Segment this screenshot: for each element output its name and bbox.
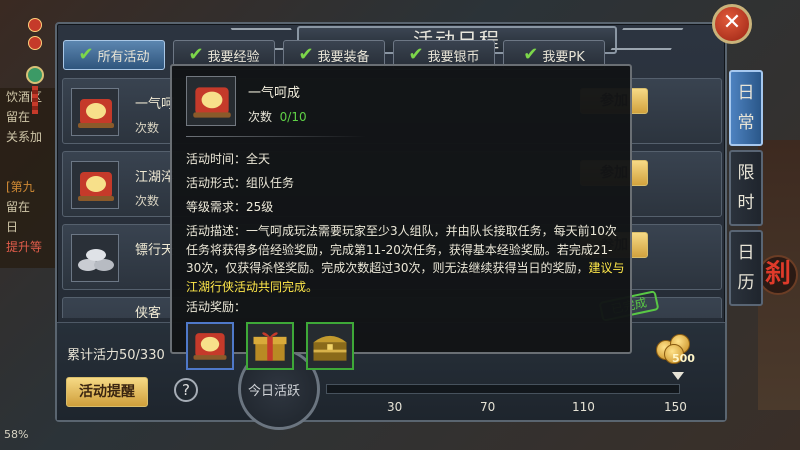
activity-name: 一气呵 (135, 97, 175, 112)
tooltip-form: 活动形式：组队任务 (186, 176, 295, 190)
chinese-knot-icon (22, 18, 48, 114)
tab-all-activities[interactable]: ✔ 所有活动 (63, 40, 165, 70)
side-tab-daily[interactable]: 日常 (729, 70, 763, 146)
tooltip-divider (186, 136, 366, 137)
checkmark-icon: ✔ (298, 44, 314, 65)
vitality-progress-bar (326, 384, 680, 394)
milestone-label: 150 (664, 400, 687, 414)
chat-line: [第九 (6, 180, 35, 194)
reward-treasure-chest-icon[interactable] (306, 322, 354, 370)
chat-line: 留在 (6, 200, 31, 214)
activity-name: 侠客 (135, 306, 162, 318)
activity-count-label: 次数 (135, 194, 160, 208)
checkmark-icon: ✔ (523, 44, 539, 65)
activity-remind-button[interactable]: 活动提醒 (66, 377, 148, 407)
side-tab-calendar[interactable]: 日历 (729, 230, 763, 306)
activity-count-label: 次数 (135, 121, 160, 135)
checkmark-icon: ✔ (188, 44, 204, 65)
help-icon[interactable]: ? (174, 378, 198, 402)
tooltip-title: 一气呵成 (248, 86, 301, 101)
tooltip-count: 次数 0/10 (248, 110, 307, 124)
silver-coins-icon (71, 234, 119, 282)
scroll-icon (71, 161, 119, 209)
chat-log: 饮酒区 留在 关系加 [第九 留在 日 提升等 (0, 88, 62, 268)
battery-percent: 58% (4, 428, 29, 441)
activity-name: 江湖淬 (135, 170, 175, 185)
scroll-icon (71, 88, 119, 136)
vitality-label: 累计活力50/330 (67, 348, 165, 363)
milestone-label: 110 (572, 400, 595, 414)
activity-name: 镖行天 (135, 243, 175, 258)
chat-line: 日 (6, 220, 19, 234)
chat-line: 关系加 (6, 130, 43, 144)
milestone-label: 70 (480, 400, 496, 414)
reward-gift-box-icon[interactable] (246, 322, 294, 370)
close-icon: ✕ (722, 10, 742, 35)
tooltip-description: 活动描述：一气呵成玩法需要玩家至少3人组队，并由队长接取任务，每天前10次任务将… (186, 224, 625, 294)
scroll-icon (186, 76, 236, 126)
tooltip-time: 活动时间：全天 (186, 152, 271, 166)
progress-marker-icon (672, 372, 684, 380)
reward-scroll-icon[interactable] (186, 322, 234, 370)
seal-icon[interactable]: 刹 (758, 255, 798, 295)
checkmark-icon: ✔ (78, 44, 94, 65)
checkmark-icon: ✔ (408, 44, 424, 65)
tooltip-level: 等级需求：25级 (186, 200, 274, 214)
chat-line: 提升等 (6, 240, 43, 254)
close-button[interactable]: ✕ (712, 4, 752, 44)
side-tab-limited[interactable]: 限时 (729, 150, 763, 226)
reward-amount: 500 (672, 352, 695, 365)
tooltip-reward-label: 活动奖励： (186, 300, 247, 314)
milestone-label: 30 (387, 400, 403, 414)
today-activity-label: 今日活跃 (248, 384, 301, 399)
title-ornament-right (610, 28, 684, 50)
tooltip-count-value: 0/10 (279, 110, 307, 124)
